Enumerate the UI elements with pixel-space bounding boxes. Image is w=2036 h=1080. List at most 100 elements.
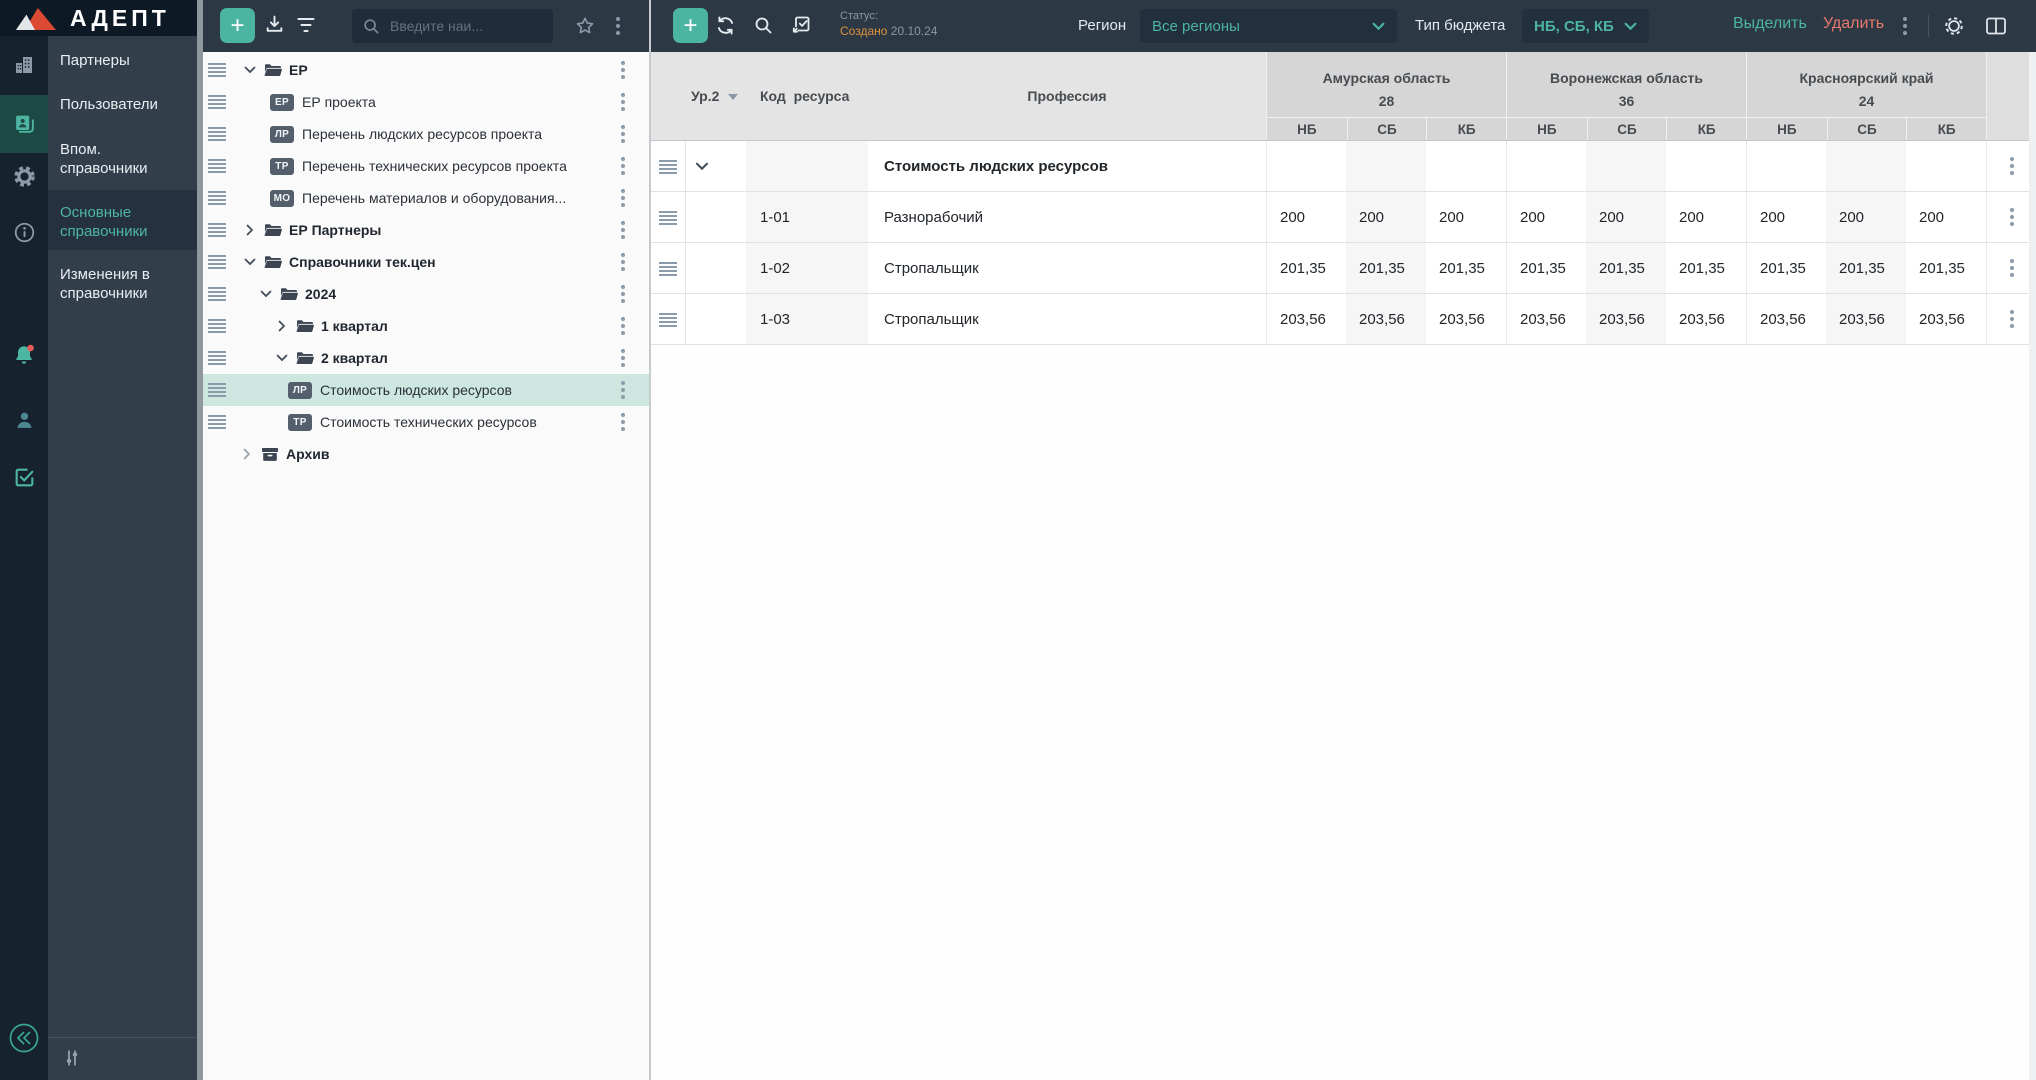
drag-handle[interactable] bbox=[208, 191, 226, 205]
menu-item-aux-refs[interactable]: Впом. справочники bbox=[60, 140, 189, 178]
kebab-icon[interactable] bbox=[621, 349, 625, 367]
chevron-down-icon[interactable] bbox=[260, 290, 272, 298]
drag-handle[interactable] bbox=[208, 319, 226, 333]
star-icon[interactable] bbox=[575, 16, 595, 36]
split-view-icon[interactable] bbox=[1984, 15, 2008, 37]
kebab-icon[interactable] bbox=[621, 285, 625, 303]
download-icon[interactable] bbox=[264, 14, 285, 35]
tree-item-human-resource-cost[interactable]: ЛР Стоимость людских ресурсов bbox=[203, 374, 649, 406]
chevron-right-icon[interactable] bbox=[246, 224, 254, 236]
menu-item-partners[interactable]: Партнеры bbox=[60, 51, 189, 70]
tree-item-materials-list[interactable]: МО Перечень материалов и оборудования... bbox=[203, 182, 649, 214]
tree-item-er-partners[interactable]: ЕР Партнеры bbox=[203, 214, 649, 246]
kebab-icon[interactable] bbox=[2009, 310, 2014, 328]
documents-icon[interactable] bbox=[0, 100, 48, 148]
chevron-down-icon[interactable] bbox=[244, 66, 256, 74]
add-button[interactable]: + bbox=[220, 8, 255, 43]
tree-item-archive[interactable]: Архив bbox=[203, 438, 649, 470]
kebab-icon[interactable] bbox=[621, 125, 625, 143]
type-badge: МО bbox=[270, 189, 294, 207]
gear-icon[interactable] bbox=[1943, 15, 1965, 37]
refresh-icon[interactable] bbox=[715, 15, 736, 36]
table-row[interactable]: 1-03 Стропальщик 203,56 203,56 203,56 20… bbox=[651, 294, 2036, 345]
chevron-down-icon[interactable] bbox=[244, 258, 256, 266]
notifications-icon[interactable] bbox=[0, 331, 48, 379]
sort-indicator-icon[interactable] bbox=[728, 94, 738, 100]
menu-item-users[interactable]: Пользователи bbox=[60, 95, 189, 114]
row-drag-cell bbox=[651, 141, 686, 191]
kebab-icon[interactable] bbox=[2009, 259, 2014, 277]
drag-handle[interactable] bbox=[208, 383, 226, 397]
tree-item-label: Справочники тек.цен bbox=[289, 254, 436, 270]
drag-handle[interactable] bbox=[659, 313, 677, 327]
region-header-voronezh: Воронежская область 36 НБ СБ КБ bbox=[1506, 52, 1746, 140]
tree-item-q1[interactable]: 1 квартал bbox=[203, 310, 649, 342]
value-cell: 201,35 bbox=[1266, 243, 1346, 293]
tree-item-er-project[interactable]: ЕР ЕР проекта bbox=[203, 86, 649, 118]
tree-item-current-price-refs[interactable]: Справочники тек.цен bbox=[203, 246, 649, 278]
kebab-icon[interactable] bbox=[621, 317, 625, 335]
filter-icon[interactable] bbox=[296, 16, 316, 34]
kebab-icon[interactable] bbox=[621, 61, 625, 79]
drag-handle[interactable] bbox=[659, 262, 677, 276]
tree-item-tech-resources-list[interactable]: ТР Перечень технических ресурсов проекта bbox=[203, 150, 649, 182]
kebab-icon[interactable] bbox=[621, 189, 625, 207]
tree-item-human-resources-list[interactable]: ЛР Перечень людских ресурсов проекта bbox=[203, 118, 649, 150]
tree-item-tech-resource-cost[interactable]: ТР Стоимость технических ресурсов bbox=[203, 406, 649, 438]
drag-handle[interactable] bbox=[208, 63, 226, 77]
more-kebab-icon[interactable] bbox=[1903, 17, 1907, 35]
kebab-icon[interactable] bbox=[621, 93, 625, 111]
drag-handle[interactable] bbox=[208, 159, 226, 173]
folder-icon bbox=[264, 224, 282, 236]
table-group-row[interactable]: Стоимость людских ресурсов bbox=[651, 141, 2036, 192]
menu-item-main-refs[interactable]: Основные справочники bbox=[60, 203, 189, 241]
type-badge: ЛР bbox=[270, 125, 294, 143]
kebab-icon[interactable] bbox=[621, 413, 625, 431]
chevron-right-icon[interactable] bbox=[278, 320, 286, 332]
settings-icon[interactable] bbox=[0, 152, 48, 200]
drag-handle[interactable] bbox=[208, 351, 226, 365]
kebab-icon[interactable] bbox=[2009, 157, 2014, 175]
drag-handle[interactable] bbox=[208, 415, 226, 429]
kebab-icon[interactable] bbox=[621, 253, 625, 271]
user-icon[interactable] bbox=[0, 396, 48, 444]
budget-type-dropdown[interactable]: НБ, СБ, КБ bbox=[1522, 9, 1649, 43]
select-button[interactable]: Выделить bbox=[1733, 15, 1807, 33]
chevron-down-icon[interactable] bbox=[276, 354, 288, 362]
info-icon[interactable] bbox=[0, 208, 48, 256]
kebab-icon[interactable] bbox=[2009, 208, 2014, 226]
kebab-icon[interactable] bbox=[621, 157, 625, 175]
validate-icon[interactable] bbox=[791, 14, 812, 35]
tree-item-q2[interactable]: 2 квартал bbox=[203, 342, 649, 374]
drag-handle[interactable] bbox=[208, 127, 226, 141]
chevron-down-icon bbox=[1624, 22, 1637, 31]
table-row[interactable]: 1-02 Стропальщик 201,35 201,35 201,35 20… bbox=[651, 243, 2036, 294]
drag-handle[interactable] bbox=[208, 255, 226, 269]
sliders-icon[interactable] bbox=[62, 1048, 82, 1068]
chevron-down-icon[interactable] bbox=[695, 162, 709, 171]
kebab-icon[interactable] bbox=[621, 221, 625, 239]
vertical-scrollbar[interactable] bbox=[2029, 52, 2036, 1080]
checklist-icon[interactable] bbox=[0, 453, 48, 501]
kebab-icon[interactable] bbox=[621, 381, 625, 399]
drag-handle[interactable] bbox=[208, 223, 226, 237]
drag-handle[interactable] bbox=[659, 211, 677, 225]
table-row[interactable]: 1-01 Разнорабочий 200 200 200 200 200 20… bbox=[651, 192, 2036, 243]
drag-handle[interactable] bbox=[208, 95, 226, 109]
search-icon[interactable] bbox=[753, 15, 773, 35]
buildings-icon[interactable] bbox=[0, 41, 48, 89]
chevron-right-icon[interactable] bbox=[243, 448, 251, 460]
collapse-panel-icon[interactable] bbox=[0, 1014, 48, 1062]
value-cell: 201,35 bbox=[1586, 243, 1666, 293]
drag-handle[interactable] bbox=[659, 160, 677, 174]
search-input[interactable] bbox=[388, 17, 538, 35]
menu-item-ref-changes[interactable]: Изменения в справочники bbox=[60, 265, 189, 303]
region-dropdown[interactable]: Все регионы bbox=[1140, 9, 1397, 43]
value-cell: 203,56 bbox=[1746, 294, 1826, 344]
drag-handle[interactable] bbox=[208, 287, 226, 301]
tree-item-2024[interactable]: 2024 bbox=[203, 278, 649, 310]
delete-button[interactable]: Удалить bbox=[1823, 15, 1884, 33]
add-row-button[interactable]: + bbox=[673, 8, 708, 43]
tree-item-er[interactable]: ЕР bbox=[203, 54, 649, 86]
tree-kebab-icon[interactable] bbox=[616, 17, 620, 35]
